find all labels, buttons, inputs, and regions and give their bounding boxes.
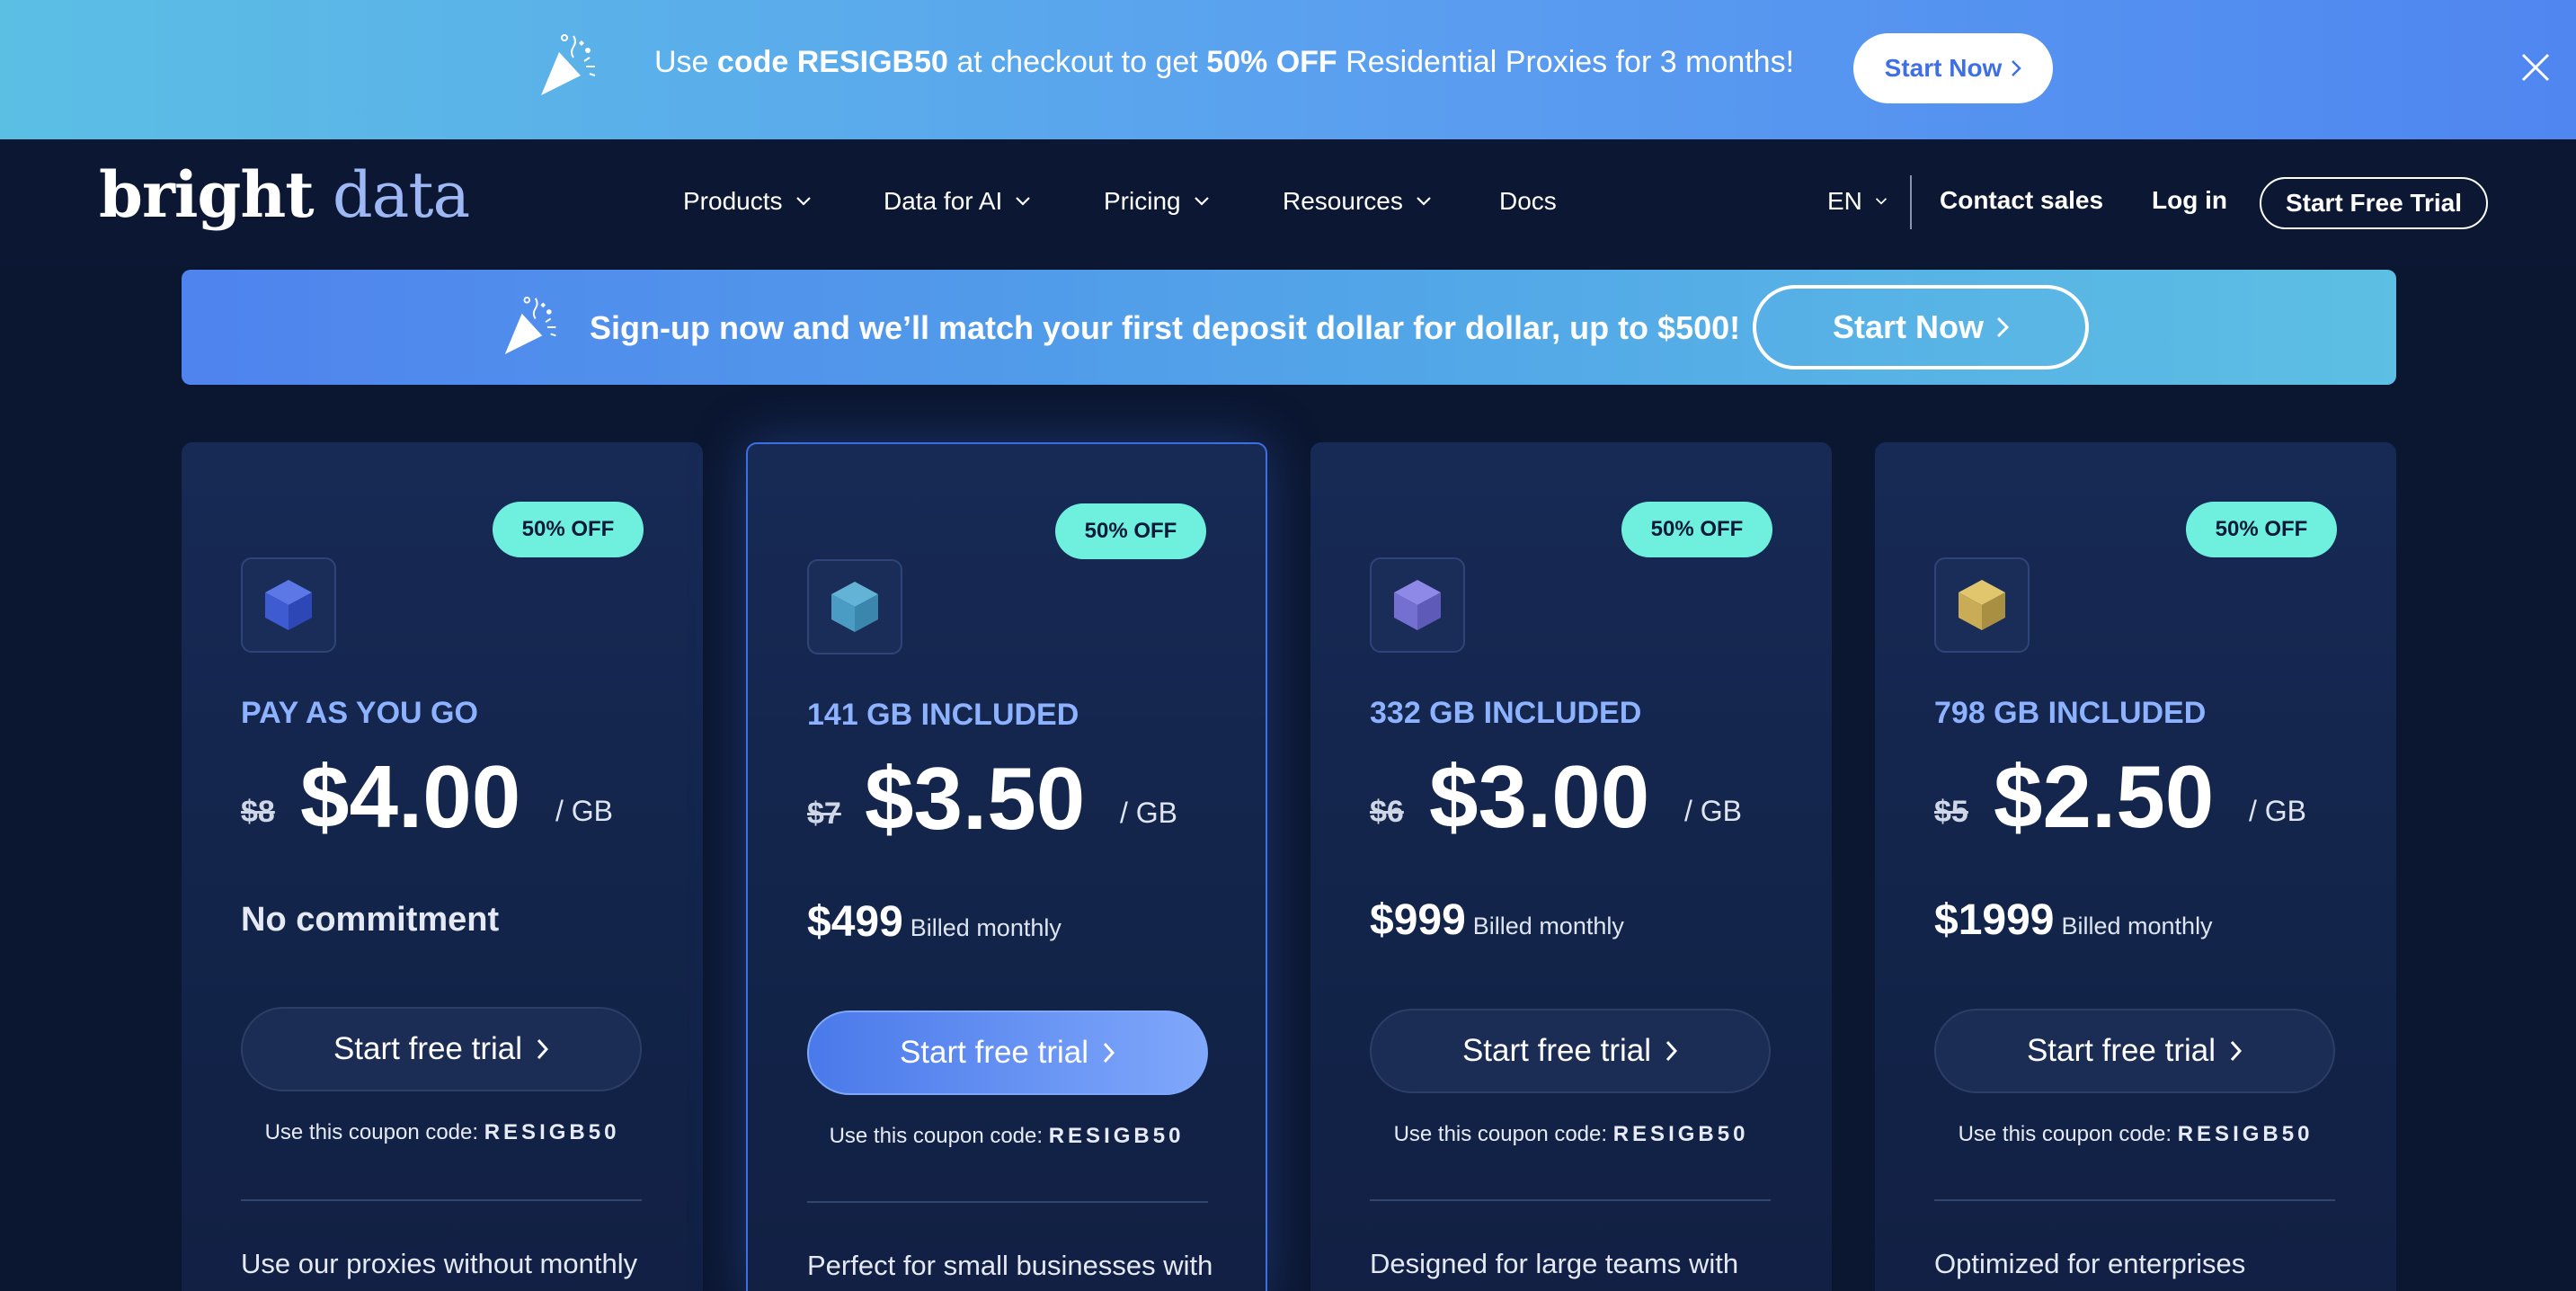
billed-label: Billed monthly: [910, 914, 1061, 941]
card-divider: [1934, 1199, 2335, 1201]
plan-icon-box: [241, 557, 336, 653]
coupon-text: Use this coupon code: RESIGB50: [1958, 1122, 2314, 1146]
commitment-text: No commitment: [241, 901, 500, 939]
card-divider: [241, 1199, 642, 1201]
plan-description: Optimized for enterprises: [1934, 1248, 2246, 1279]
old-price: $7: [807, 797, 841, 831]
chevron-down-icon: [1016, 197, 1031, 206]
pricing-card-pay-as-you-go: 50% OFF PAY AS YOU GO $8 $4.00 / GB No c…: [182, 442, 703, 1291]
plan-description: Use our proxies without monthly: [241, 1248, 638, 1279]
promo-start-now-button[interactable]: Start Now: [1853, 33, 2053, 103]
chevron-down-icon: [795, 197, 811, 206]
chevron-right-icon: [2012, 60, 2022, 76]
chevron-right-icon: [1666, 1040, 1678, 1062]
billed-monthly: $999 Billed monthly: [1370, 895, 1624, 945]
start-free-trial-button[interactable]: Start Free Trial: [2260, 177, 2488, 229]
start-free-trial-button[interactable]: Start free trial: [1934, 1009, 2335, 1093]
bright-data-logo[interactable]: bright data: [99, 157, 470, 232]
promo-code: code RESIGB50: [716, 45, 948, 79]
discount-badge: 50% OFF: [2186, 502, 2337, 557]
nav-divider: [1910, 175, 1912, 229]
cube-purple-icon: [1394, 580, 1441, 630]
deposit-match-banner: Sign-up now and we’ll match your first d…: [182, 270, 2396, 385]
billed-monthly: $1999 Billed monthly: [1934, 895, 2213, 945]
start-free-trial-button[interactable]: Start free trial: [241, 1007, 642, 1091]
coupon-code: RESIGB50: [1048, 1124, 1185, 1148]
nav-item-resources[interactable]: Resources: [1283, 187, 1432, 216]
old-price: $8: [241, 795, 275, 829]
discount-badge: 50% OFF: [1055, 503, 1206, 559]
login-link[interactable]: Log in: [2152, 186, 2227, 215]
chevron-down-icon: [1417, 197, 1431, 206]
plan-name: 141 GB INCLUDED: [807, 698, 1079, 732]
plan-icon-box: [1934, 557, 2030, 653]
coupon-code: RESIGB50: [2177, 1122, 2314, 1146]
promo-text: Use code RESIGB50 at checkout to get 50%…: [654, 45, 1795, 79]
chevron-down-icon: [1875, 198, 1887, 205]
contact-sales-link[interactable]: Contact sales: [1940, 186, 2103, 215]
billed-amount: $499: [807, 898, 903, 946]
promo-bar: Use code RESIGB50 at checkout to get 50%…: [0, 0, 2576, 139]
plan-name: 798 GB INCLUDED: [1934, 696, 2207, 730]
billed-monthly: $499 Billed monthly: [807, 897, 1061, 947]
price-unit: / GB: [2249, 795, 2307, 827]
plan-price: $4.00: [300, 747, 521, 846]
cube-teal-icon: [831, 582, 878, 632]
chevron-right-icon: [1103, 1042, 1115, 1064]
card-divider: [807, 1201, 1208, 1203]
nav-item-pricing[interactable]: Pricing: [1104, 187, 1210, 216]
price-unit: / GB: [1684, 795, 1743, 827]
language-selector[interactable]: EN: [1827, 187, 1888, 216]
pricing-card-332gb: 50% OFF 332 GB INCLUDED $6 $3.00 / GB $9…: [1310, 442, 1832, 1291]
start-free-trial-button[interactable]: Start free trial: [1370, 1009, 1771, 1093]
nav-item-docs[interactable]: Docs: [1499, 187, 1557, 216]
deposit-start-now-button[interactable]: Start Now: [1753, 285, 2089, 369]
cube-gold-icon: [1959, 580, 2005, 630]
plan-price: $3.50: [865, 749, 1086, 848]
plan-icon-box: [807, 559, 902, 654]
discount-badge: 50% OFF: [493, 502, 644, 557]
coupon-text: Use this coupon code: RESIGB50: [829, 1124, 1185, 1148]
billed-amount: $1999: [1934, 896, 2055, 944]
billed-amount: $999: [1370, 896, 1466, 944]
coupon-text: Use this coupon code: RESIGB50: [1393, 1122, 1749, 1146]
chevron-right-icon: [1996, 316, 2009, 338]
price-unit: / GB: [555, 795, 614, 827]
close-icon[interactable]: [2520, 52, 2551, 83]
chevron-down-icon: [1194, 197, 1209, 206]
pricing-card-798gb: 50% OFF 798 GB INCLUDED $5 $2.50 / GB $1…: [1875, 442, 2396, 1291]
plan-description: Perfect for small businesses with: [807, 1250, 1213, 1281]
plan-icon-box: [1370, 557, 1465, 653]
coupon-text: Use this coupon code: RESIGB50: [264, 1120, 620, 1144]
party-popper-icon: [541, 34, 596, 95]
party-popper-icon: [504, 296, 556, 355]
plan-name: 332 GB INCLUDED: [1370, 696, 1642, 730]
chevron-right-icon: [2230, 1040, 2243, 1062]
coupon-code: RESIGB50: [484, 1120, 620, 1144]
old-price: $6: [1370, 795, 1404, 829]
plan-price: $2.50: [1994, 747, 2215, 846]
cube-blue-icon: [265, 580, 312, 630]
plan-name: PAY AS YOU GO: [241, 696, 478, 730]
start-free-trial-button[interactable]: Start free trial: [807, 1011, 1208, 1095]
deposit-text: Sign-up now and we’ll match your first d…: [590, 309, 1741, 346]
plan-price: $3.00: [1429, 747, 1650, 846]
pricing-card-141gb: 50% OFF 141 GB INCLUDED $7 $3.50 / GB $4…: [746, 442, 1267, 1291]
billed-label: Billed monthly: [2061, 913, 2213, 939]
promo-discount: 50% OFF: [1206, 45, 1337, 79]
billed-label: Billed monthly: [1472, 913, 1624, 939]
card-divider: [1370, 1199, 1771, 1201]
chevron-right-icon: [537, 1038, 549, 1060]
plan-description: Designed for large teams with: [1370, 1248, 1739, 1279]
coupon-code: RESIGB50: [1612, 1122, 1749, 1146]
nav-item-products[interactable]: Products: [683, 187, 812, 216]
main-nav: bright data Products Data for AI Pricing…: [0, 139, 2576, 267]
discount-badge: 50% OFF: [1621, 502, 1772, 557]
nav-item-data-for-ai[interactable]: Data for AI: [884, 187, 1031, 216]
old-price: $5: [1934, 795, 1968, 829]
price-unit: / GB: [1120, 797, 1178, 829]
